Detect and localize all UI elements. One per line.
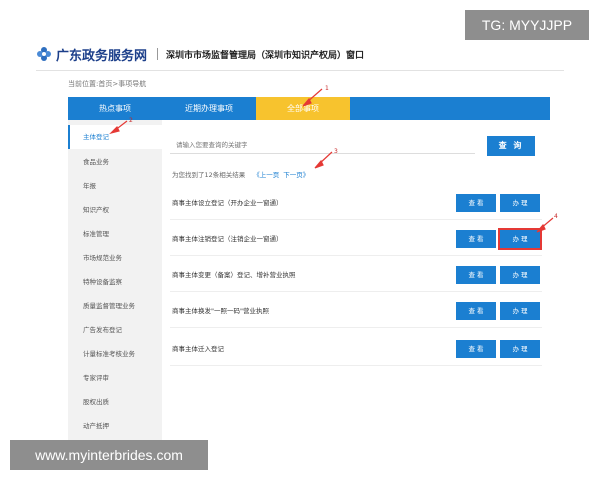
annotation-arrowhead-1: [302, 97, 312, 107]
annotation-arrowhead-2: [109, 125, 120, 135]
annotation-number-3: 3: [334, 148, 338, 155]
annotation-number-4: 4: [554, 213, 558, 220]
annotation-arrows: [109, 88, 554, 233]
annotation-number-2: 2: [129, 117, 133, 124]
annotation-number-1: 1: [325, 85, 329, 92]
annotation-arrowhead-3: [314, 159, 324, 169]
site-watermark-badge: www.myinterbrides.com: [10, 440, 208, 470]
annotation-arrowhead-4: [536, 223, 546, 233]
